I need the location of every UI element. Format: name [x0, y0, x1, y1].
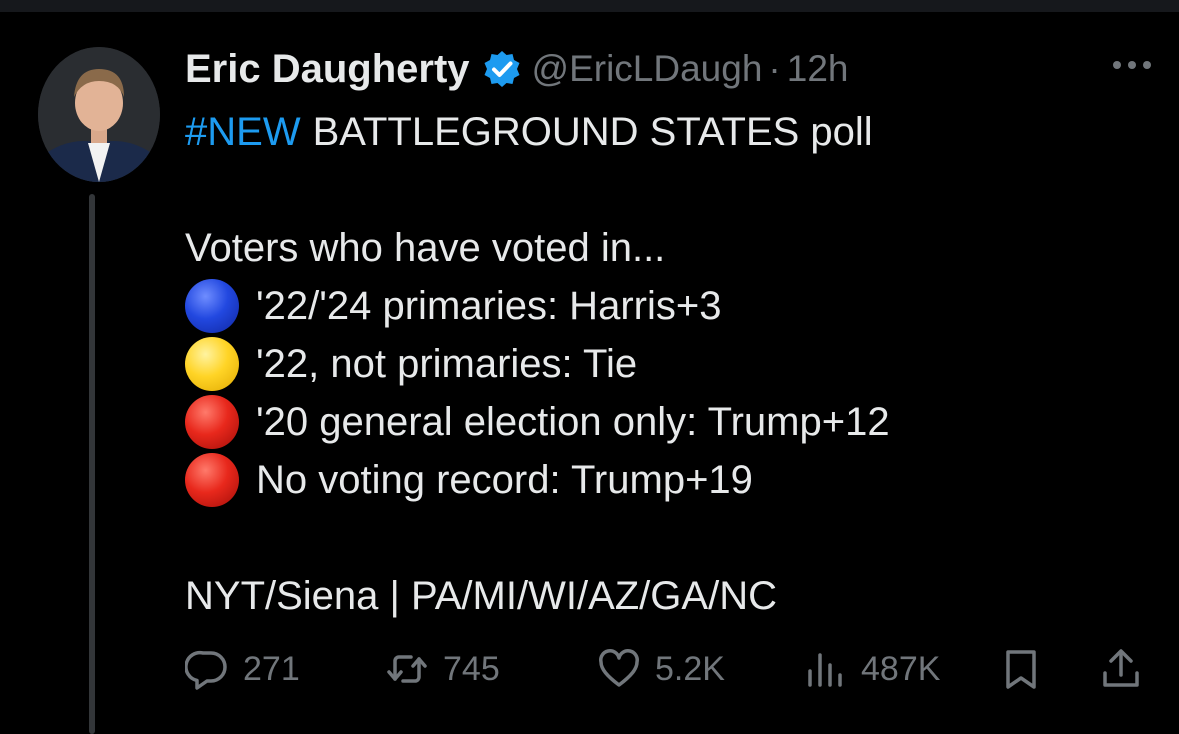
like-icon: [599, 649, 639, 687]
views-count: 487K: [861, 649, 941, 688]
hashtag-link[interactable]: #NEW: [185, 103, 301, 161]
repost-button[interactable]: 745: [385, 640, 500, 698]
list-item-text: '20 general election only: Trump+12: [256, 400, 890, 444]
list-item: No voting record: Trump+19: [185, 451, 1085, 509]
headline-line: #NEW BATTLEGROUND STATES poll: [185, 103, 1085, 161]
like-count: 5.2K: [655, 649, 725, 688]
repost-icon: [387, 655, 427, 683]
tweet-time[interactable]: 12h: [787, 48, 849, 90]
avatar[interactable]: [38, 47, 160, 182]
share-button[interactable]: [1099, 640, 1143, 698]
share-icon: [1103, 649, 1139, 687]
author-name[interactable]: Eric Daugherty: [185, 47, 470, 92]
like-button[interactable]: 5.2K: [597, 640, 725, 698]
list-item-text: No voting record: Trump+19: [256, 458, 753, 502]
list-item-text: '22/'24 primaries: Harris+3: [256, 284, 722, 328]
yellow-circle-icon: [185, 337, 239, 391]
reply-icon: [185, 650, 227, 690]
intro-text: Voters who have voted in...: [185, 226, 666, 270]
views-icon: [808, 653, 842, 687]
blue-circle-icon: [185, 279, 239, 333]
list-item-text: '22, not primaries: Tie: [256, 342, 638, 386]
tweet-body: #NEW BATTLEGROUND STATES poll Voters who…: [185, 103, 1085, 625]
source-text: NYT/Siena | PA/MI/WI/AZ/GA/NC: [185, 574, 777, 618]
views-button[interactable]: 487K: [803, 640, 940, 698]
bookmark-button[interactable]: [999, 640, 1043, 698]
source-line: NYT/Siena | PA/MI/WI/AZ/GA/NC: [185, 567, 1085, 625]
red-circle-icon: [185, 395, 239, 449]
reply-button[interactable]: 271: [185, 640, 300, 698]
top-bar: [0, 0, 1179, 12]
author-handle[interactable]: @EricLDaugh: [532, 48, 763, 90]
thread-line: [89, 194, 95, 734]
separator-dot: ·: [768, 48, 781, 89]
intro-line: Voters who have voted in...: [185, 219, 1085, 277]
list-item: '22, not primaries: Tie: [185, 335, 1085, 393]
more-options-icon[interactable]: [1111, 55, 1153, 75]
list-item: '22/'24 primaries: Harris+3: [185, 277, 1085, 335]
repost-count: 745: [443, 649, 500, 688]
reply-count: 271: [243, 649, 300, 688]
verified-badge-icon: [484, 51, 520, 87]
bookmark-icon: [1006, 650, 1036, 689]
tweet-header: Eric Daugherty @EricLDaugh · 12h: [185, 44, 848, 94]
headline-text: BATTLEGROUND STATES poll: [312, 110, 873, 154]
action-bar: 271 745 5.2K 487K: [185, 640, 1145, 698]
red-circle-icon: [185, 453, 239, 507]
list-item: '20 general election only: Trump+12: [185, 393, 1085, 451]
